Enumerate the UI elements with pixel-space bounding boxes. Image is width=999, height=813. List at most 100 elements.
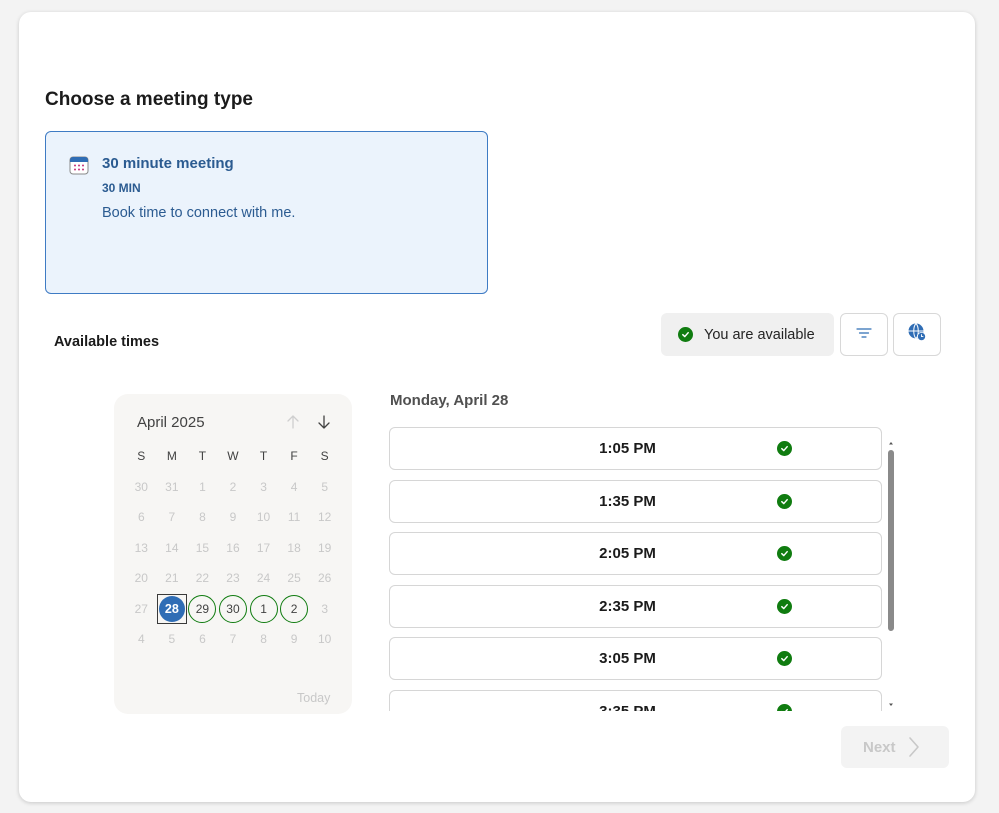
calendar-day-disabled: 8 [199, 510, 206, 525]
time-slot[interactable]: 1:35 PM [389, 479, 882, 523]
meeting-name: 30 minute meeting [102, 155, 234, 172]
calendar-day-disabled: 6 [137, 510, 145, 525]
weekday-label: W [227, 449, 239, 464]
calendar-day-disabled: 3 [321, 601, 328, 616]
calendar-day-disabled: 27 [134, 601, 148, 616]
calendar-day-disabled: 10 [317, 632, 332, 647]
calendar-week-row: 6 7 8 9 10 11 12 [126, 502, 340, 533]
calendar-day-disabled: 2 [229, 479, 237, 494]
weekday-label: S [137, 449, 146, 464]
calendar-day-number: 30 [218, 594, 247, 623]
next-button-label: Next [863, 738, 896, 756]
calendar-day-available[interactable]: 29 [187, 594, 218, 624]
availability-status: You are available [661, 313, 834, 356]
weekday-label: T [259, 449, 268, 464]
calendar-day-number: 28 [158, 595, 185, 622]
calendar-day-disabled: 31 [165, 479, 179, 494]
calendar-day-number: 1 [249, 594, 278, 623]
calendar-day-disabled: 5 [168, 632, 176, 647]
selected-day-heading: Monday, April 28 [390, 392, 509, 409]
filter-button[interactable] [840, 313, 888, 356]
calendar-day-disabled: 9 [290, 632, 298, 647]
calendar-day-disabled: 4 [290, 479, 298, 494]
calendar-day-number: 2 [280, 594, 309, 623]
scroll-down-icon[interactable] [888, 695, 894, 706]
time-slot-label: 2:05 PM [599, 545, 656, 562]
check-circle-icon [777, 441, 792, 456]
calendar-day-disabled: 20 [134, 571, 148, 586]
check-circle-icon [678, 327, 693, 342]
calendar-day-disabled: 10 [256, 510, 271, 525]
weekday-label: S [320, 449, 329, 464]
time-slot[interactable]: 3:35 PM [389, 689, 882, 712]
calendar-week-row: 4 5 6 7 8 9 10 [126, 624, 340, 655]
calendar-day-disabled: 15 [195, 540, 210, 555]
calendar-weekday-row: SMTWTFS [126, 441, 340, 472]
section-title: Choose a meeting type [45, 89, 253, 110]
time-slot-label: 1:35 PM [599, 492, 656, 510]
time-slot-label: 3:05 PM [599, 650, 656, 667]
previous-month-button[interactable] [282, 411, 304, 433]
calendar-day-disabled: 17 [256, 540, 271, 555]
meeting-description: Book time to connect with me. [102, 205, 296, 221]
weekday-label: T [198, 449, 207, 464]
time-slot[interactable]: 3:05 PM [389, 637, 882, 680]
meeting-type-card[interactable]: 30 minute meeting 30 MIN Book time to co… [45, 131, 488, 294]
check-circle-icon [777, 651, 792, 666]
calendar-day-disabled: 22 [195, 571, 210, 586]
calendar-day-selected[interactable]: 28 [156, 593, 188, 624]
check-circle-icon [777, 546, 792, 561]
check-circle-icon [777, 598, 792, 614]
weekday-label: M [166, 449, 177, 464]
chevron-right-icon [908, 737, 919, 757]
calendar-day-disabled: 16 [226, 540, 240, 555]
check-circle-icon [777, 493, 792, 509]
calendar-day-disabled: 6 [199, 632, 206, 647]
next-month-button[interactable] [313, 411, 335, 433]
time-slot-list: 1:05 PM 1:35 PM 2:05 PM 2:35 PM 3:05 PM 3:35 … [389, 427, 883, 711]
calendar-day-disabled: 9 [229, 510, 237, 525]
calendar-month-label: April 2025 [137, 414, 205, 431]
calendar-day-number: 29 [188, 594, 217, 623]
calendar-day-disabled: 19 [317, 540, 332, 555]
arrow-down-icon [318, 415, 330, 429]
calendar-day-disabled: 7 [168, 510, 176, 525]
calendar-day-available[interactable]: 1 [248, 594, 279, 624]
filter-icon [856, 326, 872, 344]
calendar-day-available[interactable]: 2 [279, 594, 310, 624]
available-times-label: Available times [54, 334, 160, 350]
next-button[interactable]: Next [841, 726, 949, 768]
calendar-week-row: 20 21 22 23 24 25 26 [126, 563, 340, 594]
calendar-day-disabled: 18 [287, 540, 301, 555]
time-slot[interactable]: 1:05 PM [389, 427, 882, 470]
calendar-icon [69, 155, 89, 175]
calendar-day-disabled: 11 [287, 510, 301, 525]
time-slot[interactable]: 2:05 PM [389, 532, 882, 575]
scrollbar-thumb[interactable] [888, 450, 894, 631]
calendar-day-disabled: 26 [317, 571, 332, 586]
calendar-week-row: 13 14 15 16 17 18 19 [126, 533, 340, 564]
scroll-up-icon[interactable] [888, 433, 894, 445]
time-slot-label: 3:35 PM [599, 702, 656, 712]
calendar-day-disabled: 14 [165, 540, 179, 555]
arrow-up-icon [287, 415, 299, 429]
calendar-day-disabled: 30 [134, 479, 148, 494]
today-button[interactable]: Today [297, 691, 330, 705]
timezone-button[interactable] [893, 313, 941, 356]
calendar-day-disabled: 25 [287, 571, 301, 586]
calendar-grid: S M T W T F S 30 31 1 2 3 4 5 6 7 8 9 10 11 12 13 14 15 16 17 18 19… [126, 441, 340, 655]
calendar-day-available[interactable]: 30 [218, 594, 249, 624]
time-slot[interactable]: 2:35 PM [389, 584, 882, 628]
time-slot-label: 2:35 PM [599, 597, 656, 615]
calendar-day-disabled: 8 [260, 632, 267, 647]
weekday-label: F [290, 449, 298, 464]
meeting-duration: 30 MIN [102, 181, 141, 195]
calendar-day-disabled: 23 [226, 571, 240, 586]
calendar-day-disabled: 1 [199, 479, 206, 494]
calendar-day-disabled: 21 [165, 571, 179, 586]
calendar-day-disabled: 12 [317, 510, 332, 525]
availability-status-text: You are available [704, 326, 815, 343]
globe-clock-icon [907, 322, 927, 347]
calendar-day-disabled: 5 [321, 479, 328, 494]
calendar-day-disabled: 3 [260, 479, 267, 494]
